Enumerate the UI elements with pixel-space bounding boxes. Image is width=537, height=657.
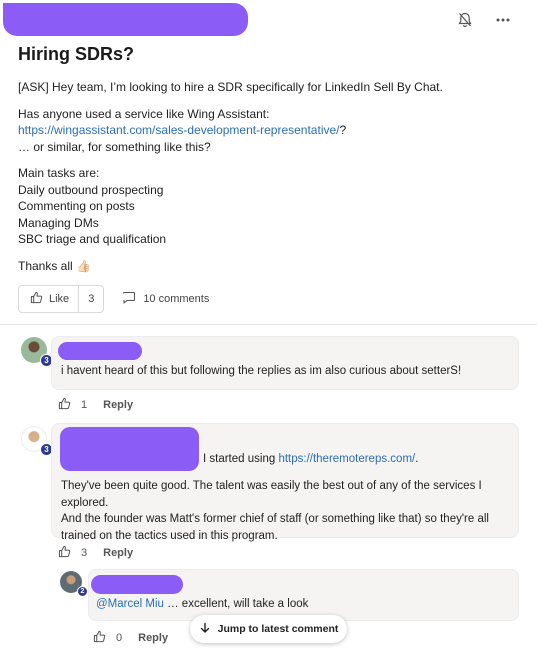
- post-tasks: Main tasks are: Daily outbound prospecti…: [18, 165, 518, 248]
- comment-like-count: 3: [81, 547, 88, 559]
- post-text: … or similar, for something like this?: [18, 139, 211, 154]
- like-box: Like 3: [18, 285, 105, 313]
- post-paragraph: [ASK] Hey team, I’m looking to hire a SD…: [18, 80, 443, 94]
- redacted-commenter-name: [60, 427, 199, 471]
- arrow-down-icon: [199, 622, 211, 637]
- comment-text-suffix: .: [415, 453, 419, 465]
- comment-bubble: i havent heard of this but following the…: [51, 336, 519, 390]
- comment-text: I started using https://theremotereps.co…: [203, 451, 418, 468]
- jump-label: Jump to latest comment: [217, 623, 339, 635]
- post-paragraph: Has anyone used a service like Wing Assi…: [18, 106, 518, 156]
- redacted-commenter-name: [91, 575, 183, 594]
- post: Hiring SDRs? [ASK] Hey team, I’m looking…: [18, 44, 518, 284]
- like-label: Like: [49, 293, 70, 305]
- comment-bubble: I started using https://theremotereps.co…: [51, 423, 519, 542]
- mention-link[interactable]: @Marcel Miu: [96, 598, 164, 610]
- tasks-heading: Main tasks are:: [18, 166, 100, 180]
- thumbs-up-icon: [30, 291, 43, 307]
- comment-line: And the founder was Matt's former chief …: [61, 513, 489, 525]
- task-item: SBC triage and qualification: [18, 232, 167, 246]
- post-text: Has anyone used a service like Wing Assi…: [18, 106, 270, 121]
- comment-line: trained on the tactics used in this prog…: [61, 529, 278, 542]
- comment-actions: 1 Reply: [58, 397, 133, 413]
- comment-text: i havent heard of this but following the…: [61, 365, 462, 377]
- remote-reps-link[interactable]: https://theremotereps.com/: [278, 453, 415, 465]
- comment-text-prefix: I started using: [203, 453, 279, 465]
- task-item: Commenting on posts: [18, 199, 135, 213]
- comment-actions: 0 Reply: [93, 630, 168, 646]
- thumbs-up-icon[interactable]: [58, 397, 71, 413]
- wing-assistant-link[interactable]: https://wingassistant.com/sales-developm…: [18, 123, 340, 137]
- comment-text: @Marcel Miu … excellent, will take a loo…: [96, 596, 308, 613]
- comment-line: They've been quite good. The talent was …: [61, 480, 482, 509]
- bell-icon[interactable]: [457, 11, 473, 29]
- thumbs-up-icon[interactable]: [58, 545, 71, 561]
- avatar[interactable]: 3: [21, 337, 53, 367]
- task-item: Daily outbound prospecting: [18, 182, 164, 197]
- reply-button[interactable]: Reply: [103, 547, 133, 559]
- redacted-commenter-name: [58, 342, 142, 360]
- comment-actions: 3 Reply: [58, 545, 133, 561]
- avatar[interactable]: 2: [60, 571, 88, 597]
- thumbs-up-icon[interactable]: [93, 630, 106, 646]
- post-text: ?: [339, 123, 347, 137]
- post-thanks: Thanks all 👍🏻: [18, 258, 91, 273]
- comments-label: 10 comments: [143, 293, 210, 305]
- comment-text-body: … excellent, will take a look: [163, 598, 309, 610]
- top-bar: [0, 0, 537, 40]
- like-count: 3: [88, 293, 95, 305]
- divider: [0, 324, 537, 325]
- avatar[interactable]: 3: [21, 426, 53, 456]
- jump-to-latest-button[interactable]: Jump to latest comment: [190, 615, 347, 643]
- post-actions: Like 3 10 comments: [18, 285, 209, 313]
- comment-text: They've been quite good. The talent was …: [61, 478, 516, 544]
- like-button[interactable]: Like: [19, 286, 80, 312]
- comment-icon: [122, 291, 136, 307]
- task-item: Managing DMs: [18, 215, 99, 230]
- post-body: [ASK] Hey team, I’m looking to hire a SD…: [18, 79, 518, 274]
- redacted-author-header: [3, 3, 248, 36]
- comment-like-count: 0: [116, 632, 123, 644]
- comments-button[interactable]: 10 comments: [122, 291, 209, 307]
- reply-button[interactable]: Reply: [103, 399, 133, 411]
- comment-bubble: @Marcel Miu … excellent, will take a loo…: [88, 569, 519, 621]
- comment-like-count: 1: [81, 399, 88, 411]
- reply-button[interactable]: Reply: [138, 632, 168, 644]
- post-title: Hiring SDRs?: [18, 44, 135, 64]
- more-options-icon[interactable]: [495, 11, 511, 29]
- level-badge: 2: [77, 586, 88, 597]
